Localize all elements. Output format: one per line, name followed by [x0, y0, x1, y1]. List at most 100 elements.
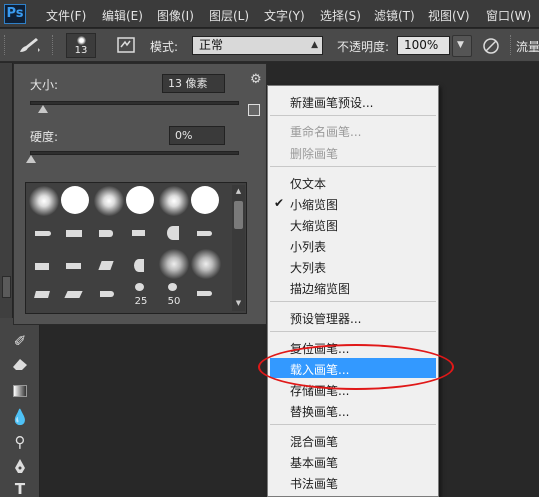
menu-load-brushes-label: 载入画笔...: [290, 363, 350, 377]
size-slider[interactable]: [30, 101, 239, 105]
soft-round-brush-preset[interactable]: [191, 249, 221, 279]
menu-large-thumbnail[interactable]: 大缩览图: [290, 217, 338, 234]
hardness-slider[interactable]: [30, 151, 239, 155]
brush-preview-dot: [77, 36, 86, 45]
brush-tool-icon[interactable]: [16, 34, 42, 56]
menu-edit[interactable]: 编辑(E): [102, 7, 143, 24]
pen-icon[interactable]: [9, 458, 31, 480]
scroll-thumb[interactable]: [234, 201, 243, 229]
blur-drop-icon[interactable]: 💧: [9, 406, 31, 428]
menu-separator: [270, 424, 436, 425]
eraser-icon[interactable]: [9, 356, 31, 378]
zoom-dodge-icon[interactable]: ⚲: [9, 431, 31, 453]
hardness-slider-knob[interactable]: [26, 155, 36, 163]
tip-brush-preset[interactable]: [61, 219, 91, 249]
scroll-down-icon[interactable]: ▼: [234, 299, 243, 308]
preset-scrollbar[interactable]: ▲ ▼: [232, 185, 245, 311]
mode-value: 正常: [199, 38, 224, 52]
history-brush-icon[interactable]: ✐: [9, 330, 31, 352]
menu-image[interactable]: 图像(I): [157, 7, 194, 24]
mode-label: 模式:: [150, 40, 179, 54]
tip-brush-preset[interactable]: [61, 251, 91, 281]
menu-type[interactable]: 文字(Y): [264, 7, 305, 24]
chevron-down-icon: ▼: [457, 40, 464, 50]
brush-diameter-50: 50: [167, 296, 181, 307]
menu-text-only[interactable]: 仅文本: [290, 175, 326, 192]
opacity-dropdown-button[interactable]: ▼: [452, 35, 472, 57]
brush-size-readout: 13: [74, 45, 88, 56]
brush-preset-grid: 25 50 ▲ ▼: [25, 182, 247, 314]
menu-layer[interactable]: 图层(L): [209, 7, 249, 24]
tools-panel: ✐ 💧 ⚲ T: [0, 318, 40, 497]
menu-preset-manager[interactable]: 预设管理器...: [290, 310, 361, 327]
menu-new-brush-preset[interactable]: 新建画笔预设...: [290, 94, 373, 111]
tip-brush-preset[interactable]: [29, 251, 59, 281]
menu-separator: [270, 115, 436, 116]
scroll-up-icon[interactable]: ▲: [234, 187, 243, 196]
menu-basic-brushes[interactable]: 基本画笔: [290, 454, 338, 471]
soft-round-brush-preset[interactable]: [29, 186, 59, 216]
tip-brush-preset[interactable]: [94, 251, 124, 281]
hardness-label: 硬度:: [30, 130, 59, 144]
hard-round-brush-preset[interactable]: [61, 186, 89, 214]
opacity-value: 100%: [404, 38, 439, 52]
menu-save-brushes[interactable]: 存储画笔...: [290, 382, 349, 399]
menu-small-list[interactable]: 小列表: [290, 238, 326, 255]
collapsed-tool-tab[interactable]: [2, 276, 11, 298]
dropdown-arrow-icon: ▲: [311, 40, 318, 50]
pressure-opacity-icon[interactable]: [480, 35, 502, 57]
menu-replace-brushes[interactable]: 替换画笔...: [290, 403, 349, 420]
type-tool-icon[interactable]: T: [9, 478, 31, 497]
gradient-swatch: [13, 385, 27, 397]
menu-small-thumbnail[interactable]: 小缩览图: [290, 196, 338, 213]
menu-bar: Ps 文件(F) 编辑(E) 图像(I) 图层(L) 文字(Y) 选择(S) 滤…: [0, 0, 539, 28]
menu-large-list[interactable]: 大列表: [290, 259, 326, 276]
size-field[interactable]: 13 像素: [162, 74, 225, 93]
opacity-label: 不透明度:: [337, 40, 390, 54]
menu-reset-brushes[interactable]: 复位画笔...: [290, 340, 349, 357]
size-slider-knob[interactable]: [38, 105, 48, 113]
toggle-brush-panel-icon[interactable]: [116, 35, 136, 55]
flow-label: 流量:: [516, 40, 539, 54]
menu-mixed-brushes[interactable]: 混合画笔: [290, 433, 338, 450]
numbered-brush-preset[interactable]: 50: [159, 281, 189, 311]
menu-separator: [270, 166, 436, 167]
soft-round-brush-preset[interactable]: [159, 249, 189, 279]
menu-select[interactable]: 选择(S): [320, 7, 361, 24]
opacity-field[interactable]: 100%: [397, 36, 450, 55]
tip-brush-preset[interactable]: [61, 283, 91, 313]
brush-preset-picker[interactable]: 13: [66, 33, 96, 58]
mode-dropdown[interactable]: 正常 ▲: [192, 36, 323, 55]
menu-calligraphic-brushes[interactable]: 书法画笔: [290, 475, 338, 492]
menu-view[interactable]: 视图(V): [428, 7, 470, 24]
numbered-brush-preset[interactable]: 25: [126, 281, 156, 311]
hard-round-brush-preset[interactable]: [126, 186, 154, 214]
soft-round-brush-preset[interactable]: [159, 186, 189, 216]
tip-brush-preset[interactable]: [94, 219, 124, 249]
tip-brush-preset[interactable]: [29, 283, 59, 313]
fan-brush-preset[interactable]: [159, 219, 189, 249]
size-label: 大小:: [30, 78, 59, 92]
new-preset-icon[interactable]: [248, 104, 260, 116]
brush-panel-menu: 新建画笔预设... 重命名画笔... 删除画笔 仅文本 ✔ 小缩览图 大缩览图 …: [267, 85, 439, 497]
grip-icon: [52, 35, 55, 55]
gradient-icon[interactable]: [9, 380, 31, 402]
menu-delete-brush: 删除画笔: [290, 147, 339, 161]
grip-icon: [510, 35, 513, 55]
soft-round-brush-preset[interactable]: [94, 186, 124, 216]
menu-filter[interactable]: 滤镜(T): [374, 7, 415, 24]
tip-brush-preset[interactable]: [191, 219, 221, 249]
menu-stroke-thumbnail[interactable]: 描边缩览图: [290, 280, 350, 297]
fan-brush-preset[interactable]: [126, 251, 156, 281]
hard-round-brush-preset[interactable]: [191, 186, 219, 214]
menu-load-brushes[interactable]: 载入画笔...: [270, 358, 436, 378]
menu-window[interactable]: 窗口(W): [486, 7, 531, 24]
tip-brush-preset[interactable]: [191, 283, 221, 313]
tip-brush-preset[interactable]: [29, 219, 59, 249]
tip-brush-preset[interactable]: [94, 283, 124, 313]
hardness-field[interactable]: 0%: [169, 126, 225, 145]
menu-file[interactable]: 文件(F): [46, 7, 86, 24]
tip-brush-preset[interactable]: [126, 219, 156, 249]
settings-gear-icon[interactable]: ⚙: [250, 72, 266, 88]
menu-separator: [270, 301, 436, 302]
